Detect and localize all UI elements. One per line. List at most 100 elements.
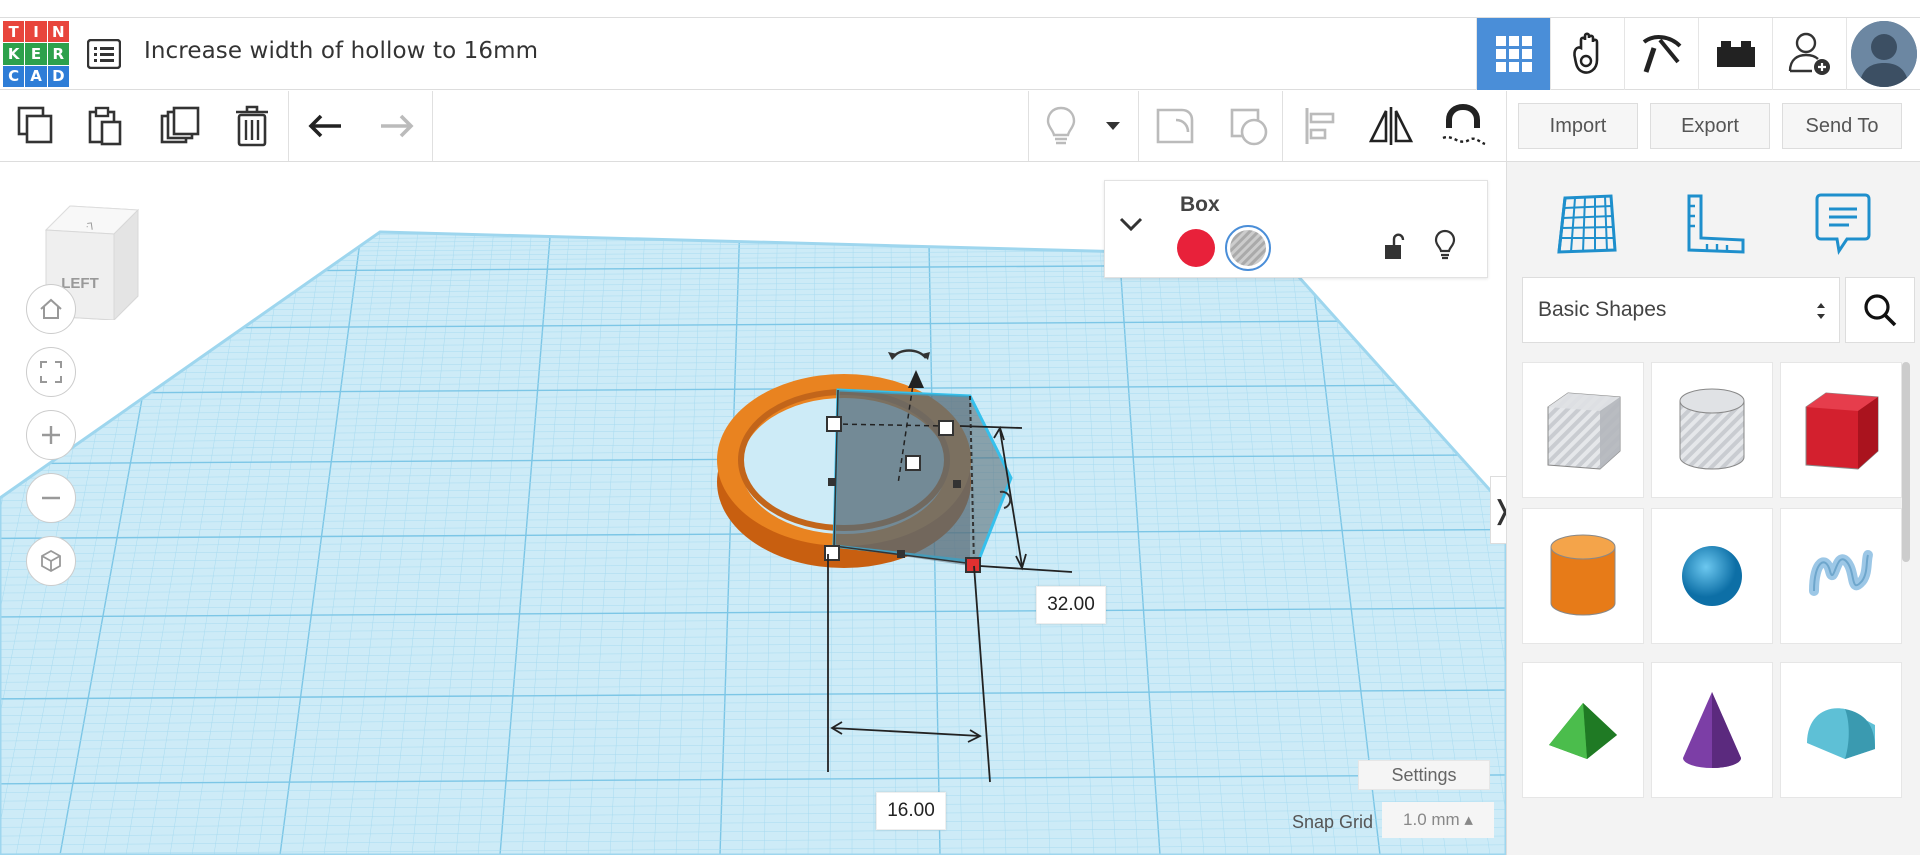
user-avatar[interactable] [1846, 18, 1920, 90]
add-user-icon [1788, 32, 1830, 75]
tinkercad-logo[interactable]: TINKERCAD [3, 21, 69, 87]
box-hole-icon [1547, 392, 1621, 470]
redo-icon [381, 114, 414, 138]
ungroup-icon [1230, 108, 1268, 146]
lightbulb-icon [1046, 106, 1076, 145]
shape-inspector: Box [1104, 180, 1488, 278]
grid-icon [1495, 36, 1532, 72]
height-dimension-input[interactable]: 32.00 [1036, 586, 1106, 624]
send-to-button[interactable]: Send To [1782, 103, 1902, 149]
mirror-button[interactable] [1366, 91, 1416, 161]
width-dimension-input[interactable]: 16.00 [876, 792, 946, 830]
shape-tile-scribble[interactable] [1780, 508, 1902, 644]
design-list-button[interactable] [86, 36, 122, 72]
inspector-collapse-button[interactable] [1119, 217, 1143, 236]
show-all-button[interactable] [1038, 91, 1084, 161]
delete-button[interactable] [228, 91, 276, 161]
box-icon [1805, 392, 1879, 470]
gallery-hand-icon [1572, 32, 1598, 74]
align-button[interactable] [1296, 91, 1344, 161]
shape-tile-round-roof[interactable] [1780, 662, 1902, 798]
copy-button[interactable] [12, 91, 60, 161]
snap-grid-label: Snap Grid [1292, 812, 1374, 832]
fit-icon [40, 361, 62, 383]
caret-down-icon [1106, 122, 1120, 130]
shape-tile-sphere[interactable] [1651, 508, 1773, 644]
magnet-icon [1442, 104, 1486, 146]
logo-letter: A [25, 65, 47, 87]
export-button[interactable]: Export [1650, 103, 1770, 149]
zoom-in-button[interactable] [26, 410, 76, 460]
shape-tile-cone[interactable] [1651, 662, 1773, 798]
fit-view-button[interactable] [26, 347, 76, 397]
trash-icon [236, 105, 268, 147]
minecraft-tab[interactable] [1624, 18, 1698, 90]
top-strip [0, 0, 1920, 18]
zoom-out-button[interactable] [26, 473, 76, 523]
cylinder-hole-icon [1679, 388, 1745, 470]
paste-icon [88, 106, 122, 146]
scribble-icon [1809, 550, 1873, 596]
logo-letter: E [25, 43, 47, 65]
perspective-button[interactable] [26, 536, 76, 586]
logo-letter: C [3, 65, 25, 87]
hole-swatch[interactable] [1225, 225, 1271, 271]
panel-scrollbar[interactable] [1902, 362, 1910, 562]
logo-letter: I [25, 21, 47, 43]
notes-tool-button[interactable] [1803, 184, 1883, 264]
group-button[interactable] [1150, 91, 1200, 161]
invite-user-button[interactable] [1772, 18, 1846, 90]
shape-tile-box-hole[interactable] [1522, 362, 1644, 498]
shape-search-button[interactable] [1845, 277, 1915, 343]
settings-button[interactable]: Settings [1358, 760, 1490, 790]
roof-icon [1549, 703, 1617, 759]
shape-category-select[interactable]: Basic Shapes [1522, 277, 1840, 343]
home-view-button[interactable] [26, 284, 76, 334]
edit-toolbar: Import Export Send To [0, 91, 1920, 162]
logo-letter: T [3, 21, 25, 43]
ungroup-button[interactable] [1224, 91, 1274, 161]
chevron-down-icon [1119, 217, 1143, 232]
home-icon [40, 298, 62, 319]
sphere-icon [1682, 546, 1742, 606]
duplicate-button[interactable] [156, 91, 204, 161]
design-title[interactable]: Increase width of hollow to 16mm [144, 38, 538, 64]
undo-button[interactable] [302, 91, 350, 161]
cylinder-icon [1550, 534, 1616, 616]
solid-color-swatch[interactable] [1177, 229, 1215, 267]
import-button[interactable]: Import [1518, 103, 1638, 149]
list-icon [87, 39, 121, 69]
category-label: Basic Shapes [1538, 298, 1667, 321]
shape-tile-cylinder-hole[interactable] [1651, 362, 1773, 498]
notes-icon [1815, 193, 1871, 255]
workplane-icon [1557, 194, 1617, 254]
hide-button[interactable] [1433, 229, 1457, 266]
lock-button[interactable] [1383, 233, 1405, 266]
bricks-icon [1716, 41, 1755, 67]
cruise-button[interactable] [1438, 91, 1488, 161]
workplane-tool-button[interactable] [1547, 184, 1627, 264]
undo-icon [308, 114, 341, 138]
shape-tile-box[interactable] [1780, 362, 1902, 498]
hole-pattern-icon [1230, 230, 1266, 266]
shape-tile-roof[interactable] [1522, 662, 1644, 798]
shape-name: Box [1180, 193, 1220, 216]
redo-button[interactable] [372, 91, 420, 161]
copy-icon [17, 106, 53, 144]
3d-design-tab[interactable] [1476, 18, 1550, 90]
align-icon [1305, 108, 1335, 144]
select-arrows-icon [1817, 303, 1825, 319]
search-icon [1864, 294, 1897, 327]
group-icon [1156, 108, 1194, 144]
cone-icon [1683, 692, 1741, 768]
ruler-tool-button[interactable] [1675, 184, 1755, 264]
ruler-icon [1687, 194, 1745, 254]
logo-letter: R [47, 43, 69, 65]
sim-lab-tab[interactable] [1550, 18, 1624, 90]
show-dropdown-button[interactable] [1098, 91, 1128, 161]
snap-grid-select[interactable]: 1.0 mm ▴ [1382, 802, 1494, 838]
paste-button[interactable] [82, 91, 130, 161]
bricks-tab[interactable] [1698, 18, 1772, 90]
shape-tile-cylinder[interactable] [1522, 508, 1644, 644]
svg-text:ᒬ: ᒬ [85, 222, 94, 234]
